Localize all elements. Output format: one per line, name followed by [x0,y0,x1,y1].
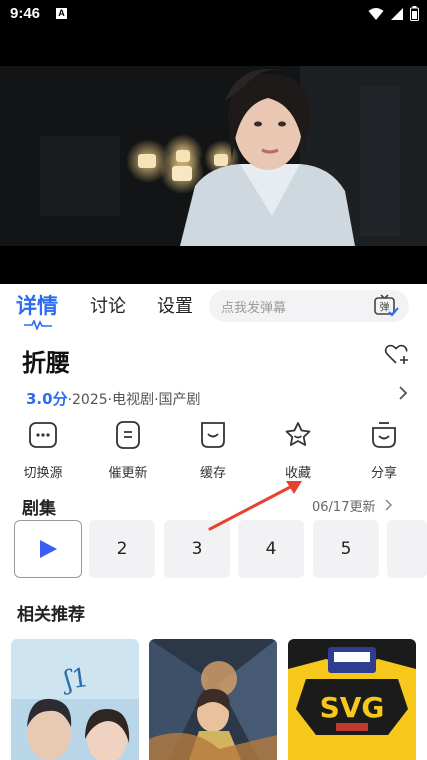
status-bar: 9:46 A [0,0,427,30]
share-icon [372,422,396,448]
episodes-heading: 剧集 [22,499,56,519]
cache-icon [201,422,225,448]
urge-update-button[interactable]: 催更新 [98,420,158,481]
cache-label: 缓存 [199,466,226,481]
urge-update-label: 催更新 [108,466,148,481]
episode-item-partial[interactable] [387,520,427,578]
episode-list[interactable]: 2 3 4 5 [14,519,427,579]
share-button[interactable]: 分享 [354,420,414,481]
cache-button[interactable]: 缓存 [183,420,243,481]
play-icon [40,540,57,558]
switch-source-icon [29,422,57,448]
chevron-right-icon[interactable] [398,385,408,401]
signal-icon [391,7,403,20]
related-poster-3[interactable]: SVG [288,639,416,760]
star-icon [285,422,311,446]
show-info: ·2025·电视剧·国产剧 [67,392,201,408]
episode-item[interactable]: 4 [238,520,304,578]
favorite-button[interactable]: 收藏 [268,420,328,481]
tab-discussion[interactable]: 讨论 [90,292,126,318]
show-score: 3.0分 [26,390,68,408]
switch-source-button[interactable]: 切换源 [13,420,73,481]
status-time: 9:46 [10,5,41,22]
video-frame-image [0,66,427,246]
episode-play-button[interactable] [14,520,82,578]
favorite-label: 收藏 [284,466,311,481]
poster-image: SVG [288,639,416,760]
danmu-input[interactable]: 点我发弹幕 弹 [209,290,409,322]
danmu-toggle-icon[interactable]: 弹 [373,293,399,319]
episode-item[interactable]: 2 [89,520,155,578]
status-icons [368,6,419,21]
related-heading: 相关推荐 [17,605,85,625]
battery-icon [410,6,419,21]
notification-a-icon: A [56,8,67,19]
active-tab-wave-icon [24,320,52,330]
urge-update-icon [116,421,140,449]
show-title: 折腰 [22,349,70,377]
related-poster-1[interactable]: ʃ1 [11,639,139,760]
show-meta: 3.0分·2025·电视剧·国产剧 [26,388,201,409]
switch-source-label: 切换源 [23,466,63,481]
svg-text:SVG: SVG [320,691,385,724]
danmu-toggle-label: 弹 [380,301,390,314]
chevron-right-icon [385,499,392,511]
wifi-icon [368,7,384,20]
episode-item[interactable]: 3 [164,520,230,578]
poster-image: ʃ1 [11,639,139,760]
episodes-update-text: 06/17更新 [312,500,376,515]
related-poster-2[interactable] [149,639,277,760]
tab-settings[interactable]: 设置 [157,292,193,318]
heart-add-icon[interactable] [384,342,410,366]
top-black-band [0,30,427,66]
danmu-placeholder: 点我发弹幕 [221,301,287,316]
action-row: 切换源 催更新 缓存 收藏 分享 [0,420,427,482]
episodes-update-link[interactable]: 06/17更新 [312,496,394,515]
share-label: 分享 [370,466,397,481]
poster-image [149,639,277,760]
tab-details[interactable]: 详情 [16,290,58,320]
video-bottom-band [0,246,427,284]
video-player[interactable] [0,66,427,246]
episode-item[interactable]: 5 [313,520,379,578]
